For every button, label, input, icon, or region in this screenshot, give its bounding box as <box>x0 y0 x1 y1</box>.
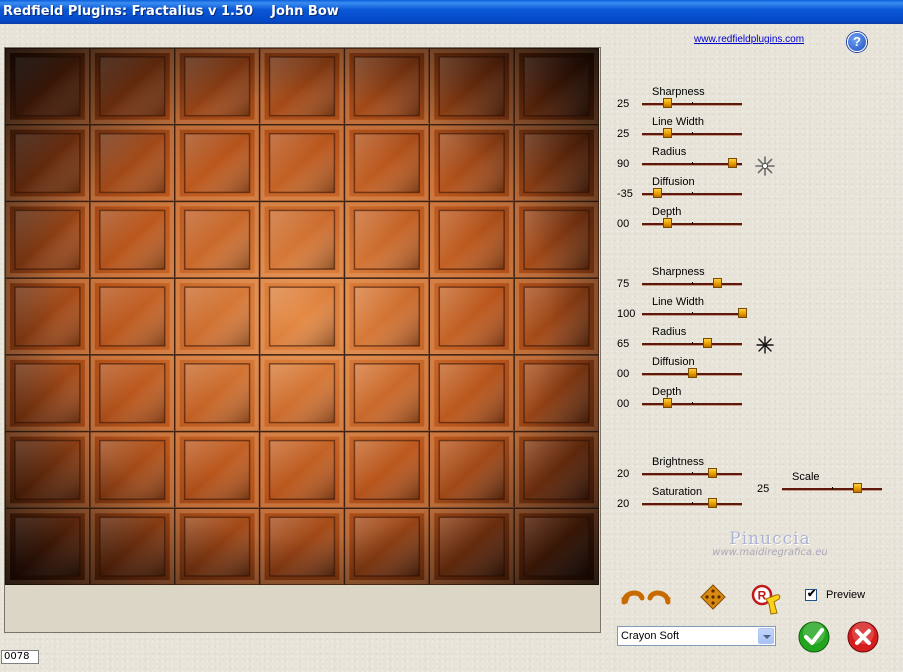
slider-thumb[interactable] <box>653 188 662 198</box>
slider[interactable]: Radius 90 <box>617 146 746 176</box>
slider-label: Line Width <box>652 296 704 308</box>
slider[interactable]: Brightness 20 <box>617 456 746 486</box>
help-button[interactable]: ? <box>847 32 867 52</box>
slider-value: 25 <box>757 483 770 495</box>
preview-image[interactable] <box>5 48 599 585</box>
slider-center-tick <box>692 102 693 104</box>
slider-label: Line Width <box>652 116 704 128</box>
slider-thumb[interactable] <box>663 398 672 408</box>
watermark-name: Pinuccia <box>729 529 811 549</box>
slider-center-tick <box>692 282 693 284</box>
slider-center-tick <box>692 402 693 404</box>
slider-label: Diffusion <box>652 176 695 188</box>
slider[interactable]: Line Width 100 <box>617 296 747 326</box>
slider-center-tick <box>692 192 693 194</box>
slider-thumb[interactable] <box>713 278 722 288</box>
slider-label: Diffusion <box>652 356 695 368</box>
svg-text:R: R <box>758 589 767 603</box>
slider-thumb[interactable] <box>663 128 672 138</box>
undo-redo-icon[interactable] <box>620 584 674 608</box>
slider-label: Brightness <box>652 456 704 468</box>
slider-value: 00 <box>617 398 630 410</box>
slider[interactable]: Diffusion -35 <box>617 176 746 206</box>
slider-value: 75 <box>617 278 630 290</box>
starburst-icon[interactable] <box>755 335 775 355</box>
ok-button[interactable] <box>798 621 830 653</box>
title-bar[interactable]: Redfield Plugins: Fractalius v 1.50 John… <box>0 0 903 24</box>
slider-label: Saturation <box>652 486 703 498</box>
preset-dropdown[interactable]: Crayon Soft <box>617 626 776 646</box>
slider-thumb[interactable] <box>688 368 697 378</box>
slider-thumb[interactable] <box>663 218 672 228</box>
slider-value: 25 <box>617 98 630 110</box>
slider-label: Radius <box>652 146 687 158</box>
slider-center-tick <box>692 502 693 504</box>
window-title: Redfield Plugins: Fractalius v 1.50 John… <box>3 4 339 19</box>
slider-value: 00 <box>617 368 630 380</box>
slider[interactable]: Sharpness 75 <box>617 266 746 296</box>
diamond-randomize-icon[interactable] <box>700 584 726 610</box>
slider-thumb[interactable] <box>853 483 862 493</box>
slider-value: 65 <box>617 338 630 350</box>
preview-render <box>5 48 599 585</box>
slider-center-tick <box>692 222 693 224</box>
slider-value: 100 <box>617 308 636 320</box>
watermark: Pinuccia www.maidiregrafica.eu <box>700 529 840 558</box>
preview-label: Preview <box>826 589 866 601</box>
slider-thumb[interactable] <box>708 498 717 508</box>
slider-value: 25 <box>617 128 630 140</box>
reset-hand-icon[interactable]: R <box>750 583 786 619</box>
slider[interactable]: Scale 25 <box>757 471 886 501</box>
slider-value: 90 <box>617 158 630 170</box>
slider-center-tick <box>832 487 833 489</box>
status-field: 0078 <box>1 650 39 664</box>
slider[interactable]: Radius 65 <box>617 326 746 356</box>
slider-thumb[interactable] <box>728 158 737 168</box>
slider-thumb[interactable] <box>663 98 672 108</box>
slider-center-tick <box>692 132 693 134</box>
check-icon: ✔ <box>807 588 817 600</box>
slider-value: 20 <box>617 498 630 510</box>
slider-label: Depth <box>652 386 682 398</box>
slider[interactable]: Diffusion 00 <box>617 356 746 386</box>
slider-value: 00 <box>617 218 630 230</box>
slider[interactable]: Depth 00 <box>617 206 746 236</box>
starburst-icon[interactable] <box>754 155 776 177</box>
slider-label: Sharpness <box>652 266 705 278</box>
slider-label: Sharpness <box>652 86 705 98</box>
chevron-down-icon[interactable] <box>758 628 774 644</box>
cancel-button[interactable] <box>847 621 879 653</box>
slider-center-tick <box>692 162 693 164</box>
preview-checkbox[interactable]: ✔ <box>805 588 817 601</box>
slider-value: -35 <box>617 188 633 200</box>
preset-value: Crayon Soft <box>621 630 680 642</box>
slider-label: Depth <box>652 206 682 218</box>
slider-center-tick <box>692 472 693 474</box>
slider-thumb[interactable] <box>738 308 747 318</box>
slider-center-tick <box>692 342 693 344</box>
question-icon: ? <box>853 34 861 49</box>
slider-thumb[interactable] <box>703 338 712 348</box>
slider-label: Scale <box>792 471 820 483</box>
slider-label: Radius <box>652 326 687 338</box>
plugin-window: Redfield Plugins: Fractalius v 1.50 John… <box>0 0 903 672</box>
slider[interactable]: Saturation 20 <box>617 486 746 516</box>
slider-value: 20 <box>617 468 630 480</box>
watermark-site: www.maidiregrafica.eu <box>712 547 828 558</box>
slider[interactable]: Sharpness 25 <box>617 86 746 116</box>
slider-thumb[interactable] <box>708 468 717 478</box>
slider[interactable]: Depth 00 <box>617 386 746 416</box>
slider[interactable]: Line Width 25 <box>617 116 746 146</box>
slider-center-tick <box>692 312 693 314</box>
website-link[interactable]: www.redfieldplugins.com <box>694 34 804 45</box>
